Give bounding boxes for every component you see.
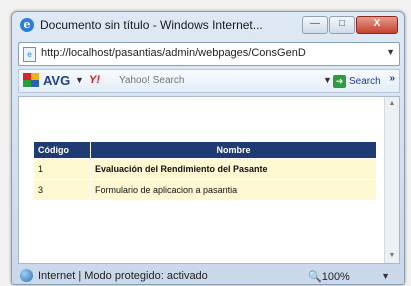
window-controls: — □ X [301,16,398,34]
row-code: 1 [33,158,91,180]
globe-icon [20,269,33,282]
table-header-row: Código Nombre [33,141,377,159]
forms-table: Código Nombre 1 Evaluación del Rendimien… [33,141,377,201]
yahoo-search-input[interactable] [119,73,316,87]
minimize-button[interactable]: — [302,16,328,34]
close-button[interactable]: X [356,16,398,34]
toolbar-more-icon[interactable]: » [389,73,395,84]
url-text[interactable]: http://localhost/pasantias/admin/webpage… [41,47,306,59]
search-button-label: Search [349,75,381,87]
yahoo-icon: Y! [89,74,100,86]
status-bar: Internet | Modo protegido: activado 🔍100… [18,267,398,284]
page-content: Código Nombre 1 Evaluación del Rendimien… [18,96,400,264]
avg-dropdown-icon[interactable]: ▼ [75,75,84,85]
internet-explorer-icon: e [20,18,34,32]
header-nombre: Nombre [90,141,377,159]
browser-window: e Documento sin título - Windows Interne… [11,11,405,285]
table-row[interactable]: 3 Formulario de aplicacion a pasantia [33,179,377,201]
search-button[interactable]: ➜ Search [333,73,381,89]
header-codigo: Código [33,141,91,159]
scroll-up-icon[interactable]: ▲ [385,97,399,111]
search-dropdown-icon[interactable]: ▼ [323,75,332,85]
row-name[interactable]: Evaluación del Rendimiento del Pasante [90,158,377,180]
status-text: Internet | Modo protegido: activado [38,270,208,282]
row-code: 3 [33,179,91,201]
table-row[interactable]: 1 Evaluación del Rendimiento del Pasante [33,158,377,180]
avg-label[interactable]: AVG [43,73,70,88]
address-dropdown-icon[interactable]: ▼ [386,47,395,57]
title-bar[interactable]: e Documento sin título - Windows Interne… [12,12,404,38]
zoom-value: 100% [321,271,350,283]
avg-logo-icon [23,73,39,88]
vertical-scrollbar[interactable]: ▲ ▼ [384,97,399,263]
avg-toolbar: AVG ▼ Y! ▼ ➜ Search » [18,69,400,93]
zoom-dropdown-icon[interactable]: ▼ [381,271,390,281]
maximize-button[interactable]: □ [329,16,355,34]
address-bar[interactable]: e http://localhost/pasantias/admin/webpa… [18,42,400,66]
zoom-level[interactable]: 🔍100% [308,270,350,283]
scroll-down-icon[interactable]: ▼ [385,249,399,263]
window-title: Documento sin título - Windows Internet.… [40,18,263,32]
row-name[interactable]: Formulario de aplicacion a pasantia [90,179,377,201]
page-icon: e [23,47,36,62]
search-arrow-icon: ➜ [333,74,346,88]
